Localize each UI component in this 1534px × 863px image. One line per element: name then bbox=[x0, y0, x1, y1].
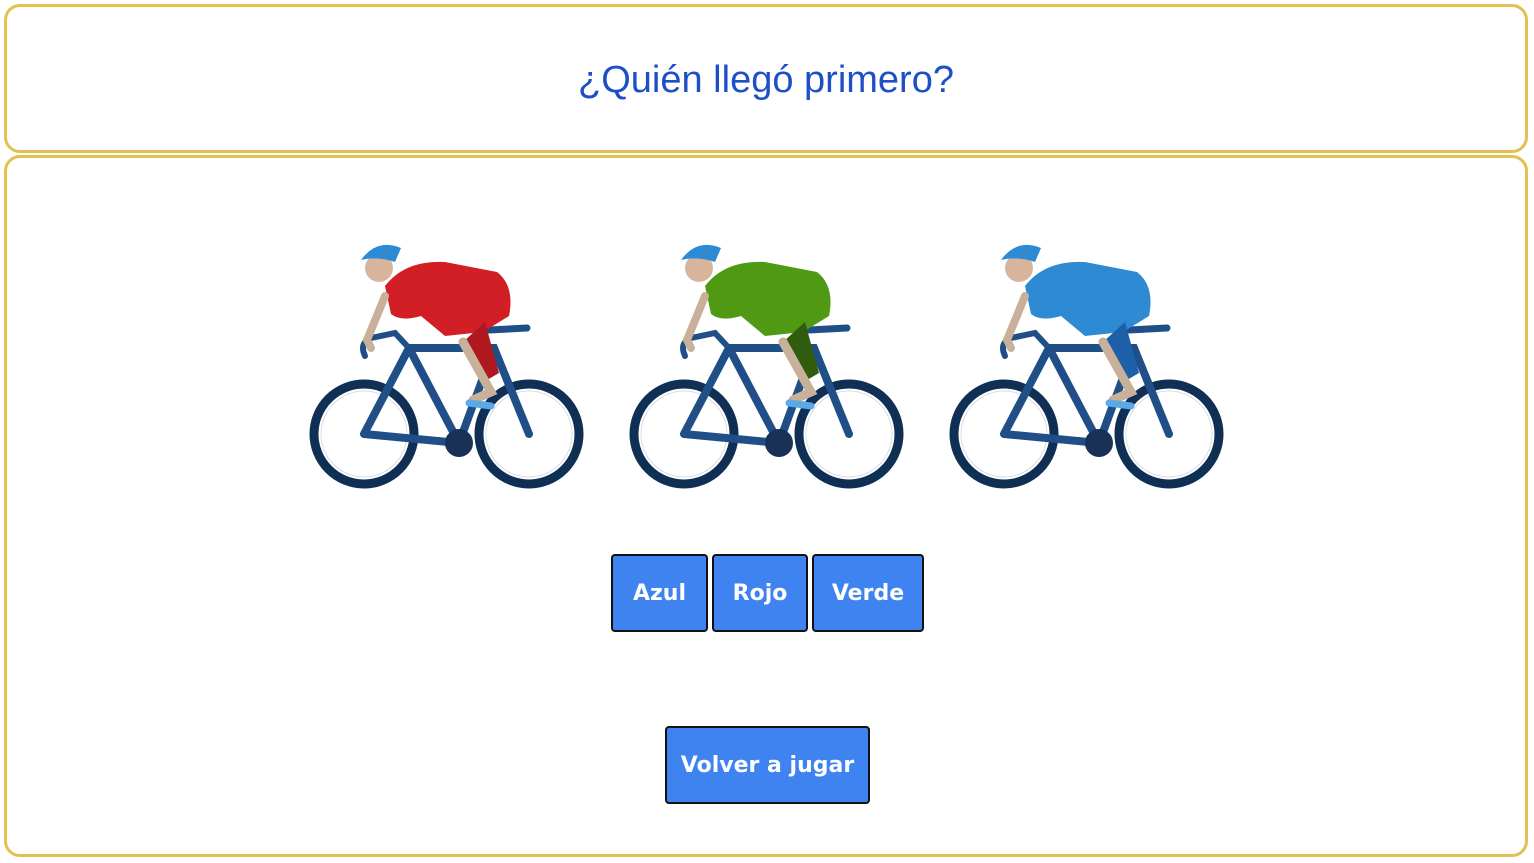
answer-buttons: Azul Rojo Verde bbox=[611, 554, 924, 632]
verde-button[interactable]: Verde bbox=[812, 554, 924, 632]
question-title: ¿Quién llegó primero? bbox=[578, 59, 954, 101]
game-panel: Azul Rojo Verde Volver a jugar bbox=[4, 155, 1528, 857]
cyclist-green-image bbox=[629, 244, 904, 489]
rojo-button[interactable]: Rojo bbox=[712, 554, 808, 632]
replay-button[interactable]: Volver a jugar bbox=[665, 726, 870, 804]
cyclist-blue-image bbox=[949, 244, 1224, 489]
cyclist-red-image bbox=[309, 244, 584, 489]
azul-button[interactable]: Azul bbox=[611, 554, 708, 632]
header-panel: ¿Quién llegó primero? bbox=[4, 4, 1528, 153]
